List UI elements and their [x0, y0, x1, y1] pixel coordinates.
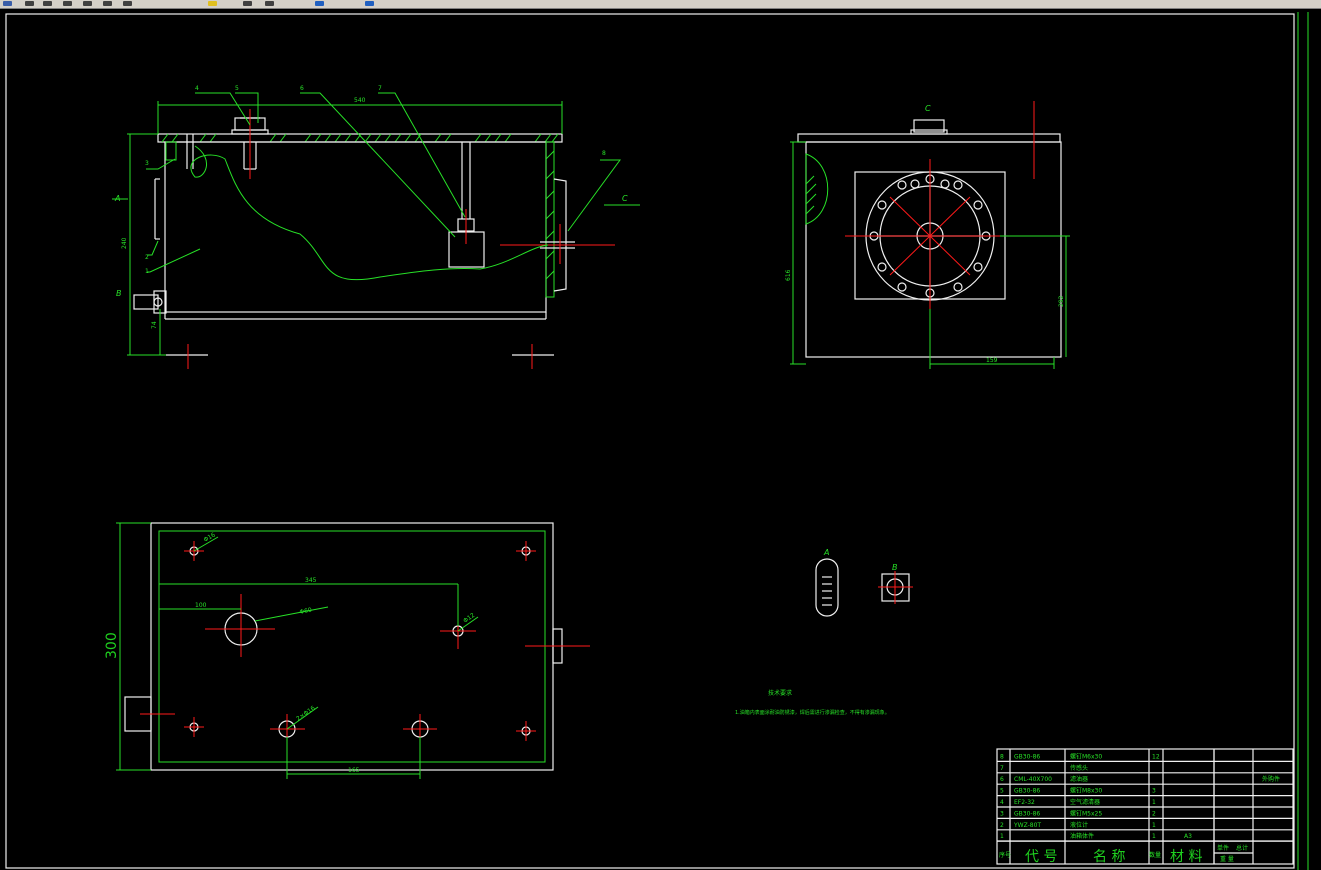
side-dim-offset: 159: [986, 357, 998, 364]
tb-row-name: 空气滤清器: [1070, 798, 1100, 806]
leader-2: 2: [145, 254, 149, 261]
tb-row-code: GB30-86: [1014, 788, 1040, 795]
tb-row-no: 7: [1000, 765, 1004, 772]
tb-row-no: 6: [1000, 776, 1004, 783]
markup-icon[interactable]: [312, 0, 326, 7]
side-dim-height: 616: [785, 269, 792, 281]
tb-row-name: 螺钉M6x30: [1070, 752, 1102, 760]
tb-row-qty: 3: [1152, 788, 1156, 795]
tb-row-code: GB30-86: [1014, 753, 1040, 760]
dim-165: 165: [348, 767, 360, 774]
tb-header-qty: 数量: [1149, 851, 1161, 859]
tb-header-name: 名 称: [1093, 849, 1125, 865]
section-b-label: B: [116, 289, 122, 298]
leader-1: 1: [145, 268, 149, 275]
dia-big-label: Φ60: [299, 607, 313, 616]
side-view-c-label: C: [925, 104, 931, 113]
pan-icon[interactable]: [22, 0, 36, 7]
tb-header-seq: 序号: [999, 851, 1011, 859]
dim-width: 540: [354, 97, 366, 104]
top-centerlines: [184, 541, 536, 744]
tb-row-code: EF2-32: [1014, 799, 1035, 806]
dim-100: 100: [195, 602, 207, 609]
redo-icon[interactable]: [120, 0, 134, 7]
detail-a-label: A: [823, 548, 829, 557]
tb-row-no: 2: [1000, 822, 1004, 829]
help-icon[interactable]: [362, 0, 376, 7]
tb-header-weight: 重 量: [1220, 855, 1234, 863]
leader-4: 4: [195, 85, 199, 92]
dim-300: 300: [104, 632, 120, 659]
zoom-realtime-icon[interactable]: [40, 0, 54, 7]
dia-bottom-label: 2×Φ16: [295, 705, 317, 723]
tb-row-no: 3: [1000, 810, 1004, 817]
tb-row-no: 8: [1000, 753, 1004, 760]
detail-b-label: B: [892, 563, 898, 572]
front-view[interactable]: 4 5 6 7 3 2 1 8 A B C 540 240 74: [112, 85, 640, 369]
technical-notes: 技术要求 1.油箱内表面涂耐油防锈漆，焊后需进行渗漏检查，不得有渗漏现象。: [735, 689, 890, 716]
tb-row-qty: 1: [1152, 822, 1156, 829]
dim-height: 240: [121, 237, 128, 249]
notes-title: 技术要求: [768, 689, 792, 697]
leader-5: 5: [235, 85, 239, 92]
drawing-canvas[interactable]: 4 5 6 7 3 2 1 8 A B C 540 240 74 C 616 2…: [0, 9, 1321, 870]
tb-row-no: 1: [1000, 833, 1004, 840]
detail-b[interactable]: B: [878, 563, 913, 604]
tb-row-name: 油箱体件: [1070, 832, 1094, 840]
tb-row-qty: 1: [1152, 799, 1156, 806]
notes-line1: 1.油箱内表面涂耐油防锈漆，焊后需进行渗漏检查，不得有渗漏现象。: [735, 709, 890, 716]
dim-345: 345: [305, 577, 317, 584]
tb-row-code: CML-40X700: [1014, 776, 1052, 783]
properties-icon[interactable]: [205, 0, 219, 7]
tb-row-code: GB30-86: [1014, 810, 1040, 817]
tb-row-name: 螺钉M5x25: [1070, 809, 1102, 817]
tb-row-name: 螺钉M8x30: [1070, 787, 1102, 795]
side-view[interactable]: C 616 292 159: [785, 101, 1070, 369]
detail-a[interactable]: A: [815, 548, 839, 617]
tb-row-note: 外购件: [1262, 775, 1280, 783]
tb-row-no: 5: [1000, 788, 1004, 795]
top-view[interactable]: Φ16 Φ60 Φ12 2×Φ16 345 100 165 300: [104, 522, 590, 779]
tb-header-unit: 单件: [1217, 844, 1229, 852]
tb-row-note: A3: [1184, 833, 1192, 840]
tool-palette-icon[interactable]: [262, 0, 276, 7]
cad-toolbar: [0, 0, 1321, 9]
section-c-label: C: [622, 194, 628, 203]
leader-8: 8: [602, 150, 606, 157]
tb-header-material: 材 料: [1170, 849, 1202, 865]
tb-row-code: YWZ-80T: [1013, 822, 1041, 829]
tb-header-code: 代 号: [1025, 849, 1057, 865]
drawing-svg: 4 5 6 7 3 2 1 8 A B C 540 240 74 C 616 2…: [5, 12, 1309, 870]
undo-icon[interactable]: [100, 0, 114, 7]
title-block[interactable]: 8 GB30-86 螺钉M6x30 127 传感头6 CML-40X700 滤油器 外购件5 G…: [996, 748, 1294, 865]
tb-row-qty: 12: [1152, 753, 1160, 760]
dim-base: 74: [151, 321, 158, 329]
zoom-previous-icon[interactable]: [80, 0, 94, 7]
tb-row-qty: 2: [1152, 810, 1156, 817]
tb-row-no: 4: [1000, 799, 1004, 806]
side-dim-flange: 292: [1058, 295, 1065, 307]
design-center-icon[interactable]: [240, 0, 254, 7]
tb-row-name: 滤油器: [1070, 775, 1088, 783]
tb-header-total: 总计: [1236, 844, 1248, 852]
leader-7: 7: [378, 85, 382, 92]
tb-row-name: 液位计: [1070, 821, 1088, 829]
leader-6: 6: [300, 85, 304, 92]
section-a-label: A: [114, 194, 120, 203]
tb-row-name: 传感头: [1070, 764, 1088, 772]
tb-row-qty: 1: [1152, 833, 1156, 840]
leader-3: 3: [145, 160, 149, 167]
window-icon[interactable]: [0, 0, 14, 7]
zoom-window-icon[interactable]: [60, 0, 74, 7]
